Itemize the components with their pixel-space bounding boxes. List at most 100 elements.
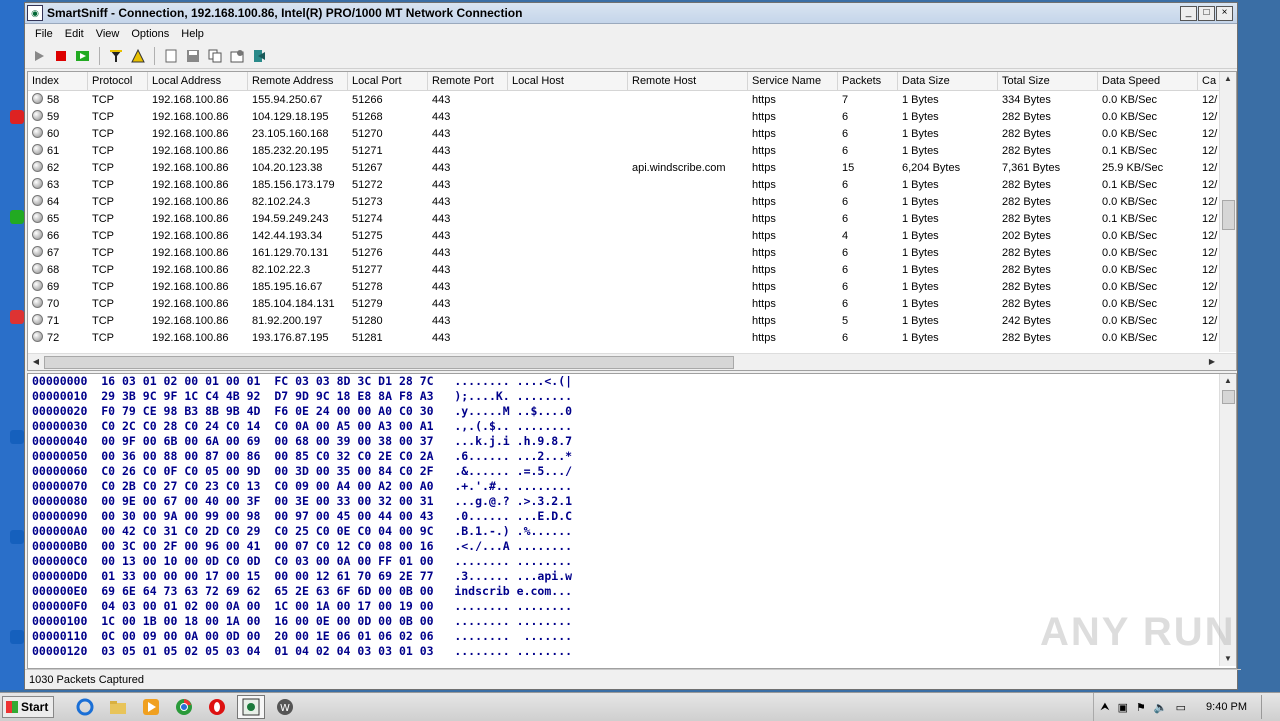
exit-icon[interactable] [249, 46, 269, 66]
display-filter-icon[interactable] [128, 46, 148, 66]
table-row[interactable]: 69 TCP 192.168.100.86 185.195.16.67 51278 443… [28, 278, 1220, 295]
table-row[interactable]: 71 TCP 192.168.100.86 81.92.200.197 51280 443… [28, 312, 1220, 329]
media-player-icon[interactable] [138, 696, 164, 718]
table-row[interactable]: 58 TCP 192.168.100.86 155.94.250.67 51266 443… [28, 91, 1220, 108]
cell-remote-address: 185.156.173.179 [248, 179, 348, 191]
clock[interactable]: 9:40 PM [1206, 701, 1247, 713]
scrollbar-thumb[interactable] [1222, 200, 1235, 230]
cell-text: 6,204 Bytes [902, 161, 961, 174]
list-vertical-scrollbar[interactable]: ▲ [1219, 72, 1236, 352]
connections-list[interactable]: Index Protocol Local Address Remote Addr… [27, 71, 1237, 371]
column-header-local-port[interactable]: Local Port [348, 72, 428, 90]
opera-icon[interactable] [204, 696, 230, 718]
cell-packets: 6 [838, 264, 898, 276]
column-header-local-host[interactable]: Local Host [508, 72, 628, 90]
cell-text: 58 [47, 94, 60, 106]
windscribe-icon[interactable]: W [272, 696, 298, 718]
table-row[interactable]: 60 TCP 192.168.100.86 23.105.160.168 51270 44… [28, 125, 1220, 142]
show-hidden-icons-icon[interactable]: ⮝ [1100, 701, 1109, 714]
show-desktop-button[interactable] [1261, 695, 1272, 719]
column-header-remote-port[interactable]: Remote Port [428, 72, 508, 90]
properties-icon[interactable] [227, 46, 247, 66]
action-center-icon[interactable]: ⚑ [1136, 701, 1146, 714]
column-header-remote-address[interactable]: Remote Address [248, 72, 348, 90]
column-header-remote-host[interactable]: Remote Host [628, 72, 748, 90]
table-row[interactable]: 63 TCP 192.168.100.86 185.156.173.179 51272 4… [28, 176, 1220, 193]
ie-icon[interactable] [72, 696, 98, 718]
menu-view[interactable]: View [90, 28, 126, 40]
close-button[interactable]: × [1216, 5, 1233, 21]
list-horizontal-scrollbar[interactable]: ◀ ▶ [28, 353, 1236, 370]
start-button[interactable]: Start [2, 696, 54, 718]
network-icon[interactable]: ▣ [1118, 701, 1128, 714]
column-header-total-size[interactable]: Total Size [998, 72, 1098, 90]
table-row[interactable]: 65 TCP 192.168.100.86 194.59.249.243 51274 44… [28, 210, 1220, 227]
cell-packets: 6 [838, 111, 898, 123]
scroll-up-arrow[interactable]: ▲ [1220, 72, 1236, 86]
column-header-index[interactable]: Index [28, 72, 88, 90]
table-row[interactable]: 61 TCP 192.168.100.86 185.232.20.195 51271 44… [28, 142, 1220, 159]
cell-text: 443 [432, 246, 451, 259]
table-row[interactable]: 66 TCP 192.168.100.86 142.44.193.34 51275 443… [28, 227, 1220, 244]
cell-remote-port: 443 [428, 315, 508, 327]
power-icon[interactable]: ▭ [1176, 701, 1186, 714]
column-header-capture-time[interactable]: Ca [1198, 72, 1220, 90]
smartsniff-icon[interactable] [237, 695, 265, 719]
desktop-shortcut-icon[interactable] [10, 630, 24, 644]
table-row[interactable]: 64 TCP 192.168.100.86 82.102.24.3 51273 443 ht… [28, 193, 1220, 210]
new-icon[interactable] [161, 46, 181, 66]
cell-data-size: 1 Bytes [898, 298, 998, 310]
start-capture-icon[interactable] [29, 46, 49, 66]
table-row[interactable]: 68 TCP 192.168.100.86 82.102.22.3 51277 443 ht… [28, 261, 1220, 278]
stop-capture-icon[interactable] [51, 46, 71, 66]
column-header-data-speed[interactable]: Data Speed [1098, 72, 1198, 90]
chrome-icon[interactable] [171, 696, 197, 718]
desktop-shortcut-icon[interactable] [10, 530, 24, 544]
table-row[interactable]: 67 TCP 192.168.100.86 161.129.70.131 51276 44… [28, 244, 1220, 261]
status-circle-icon [32, 212, 43, 223]
copy-icon[interactable] [205, 46, 225, 66]
maximize-button[interactable]: □ [1198, 5, 1215, 21]
scroll-right-arrow[interactable]: ▶ [1204, 355, 1220, 369]
title-bar[interactable]: ◉ SmartSniff - Connection, 192.168.100.8… [25, 3, 1237, 24]
menu-help[interactable]: Help [175, 28, 210, 40]
scrollbar-thumb[interactable] [44, 356, 734, 369]
menu-file[interactable]: File [29, 28, 59, 40]
table-row[interactable]: 59 TCP 192.168.100.86 104.129.18.195 51268 44… [28, 108, 1220, 125]
scrollbar-thumb[interactable] [1222, 390, 1235, 404]
status-circle-icon [32, 178, 43, 189]
minimize-button[interactable]: _ [1180, 5, 1197, 21]
column-header-data-size[interactable]: Data Size [898, 72, 998, 90]
cell-text: 5 [842, 314, 849, 327]
column-header-local-address[interactable]: Local Address [148, 72, 248, 90]
desktop-shortcut-icon[interactable] [10, 310, 24, 324]
table-row[interactable]: 62 TCP 192.168.100.86 104.20.123.38 51267 443… [28, 159, 1220, 176]
column-header-protocol[interactable]: Protocol [88, 72, 148, 90]
explorer-icon[interactable] [105, 696, 131, 718]
cell-text: 242 Bytes [1002, 314, 1051, 327]
scroll-left-arrow[interactable]: ◀ [28, 355, 44, 369]
menu-options[interactable]: Options [125, 28, 175, 40]
cell-text: TCP [92, 229, 114, 242]
hex-dump-pane[interactable]: 00000000 16 03 01 02 00 01 00 01 FC 03 0… [27, 373, 1237, 669]
menu-edit[interactable]: Edit [59, 28, 90, 40]
save-icon[interactable] [183, 46, 203, 66]
table-row[interactable]: 72 TCP 192.168.100.86 193.176.87.195 51281 44… [28, 329, 1220, 346]
desktop-shortcut-icon[interactable] [10, 210, 24, 224]
cell-text: 192.168.100.86 [152, 280, 229, 293]
volume-icon[interactable]: 🔈 [1154, 701, 1168, 714]
scroll-down-arrow[interactable]: ▼ [1220, 652, 1236, 666]
filter-icon[interactable] [106, 46, 126, 66]
scroll-up-arrow[interactable]: ▲ [1220, 374, 1236, 388]
hex-vertical-scrollbar[interactable]: ▲ ▼ [1219, 374, 1236, 666]
cell-protocol: TCP [88, 315, 148, 327]
capture-options-icon[interactable] [73, 46, 93, 66]
desktop-shortcut-icon[interactable] [10, 430, 24, 444]
cell-service-name: https [748, 196, 838, 208]
column-header-packets[interactable]: Packets [838, 72, 898, 90]
cell-local-address: 192.168.100.86 [148, 332, 248, 344]
table-row[interactable]: 70 TCP 192.168.100.86 185.104.184.131 51279 4… [28, 295, 1220, 312]
cell-remote-port: 443 [428, 128, 508, 140]
column-header-service-name[interactable]: Service Name [748, 72, 838, 90]
desktop-shortcut-icon[interactable] [10, 110, 24, 124]
